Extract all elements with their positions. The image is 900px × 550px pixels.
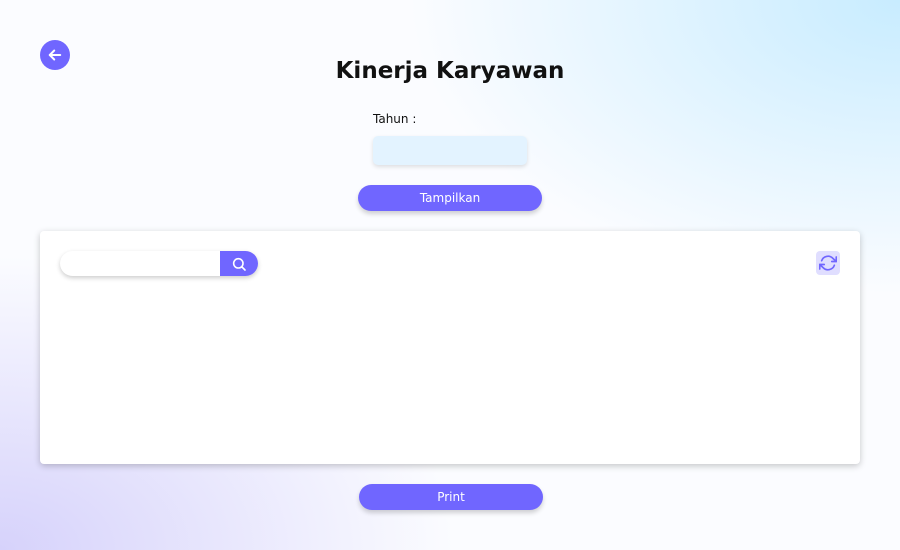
- search-input[interactable]: [60, 251, 220, 276]
- refresh-button[interactable]: [816, 251, 840, 275]
- print-button[interactable]: Print: [359, 484, 543, 510]
- data-panel: [40, 231, 860, 464]
- search-icon: [232, 257, 246, 271]
- search-button[interactable]: [220, 251, 258, 276]
- tampilkan-button[interactable]: Tampilkan: [358, 185, 542, 211]
- tahun-input[interactable]: [373, 136, 527, 165]
- tahun-label: Tahun :: [373, 112, 417, 126]
- page-title: Kinerja Karyawan: [335, 58, 565, 84]
- refresh-icon: [819, 255, 837, 271]
- search-bar: [60, 251, 258, 276]
